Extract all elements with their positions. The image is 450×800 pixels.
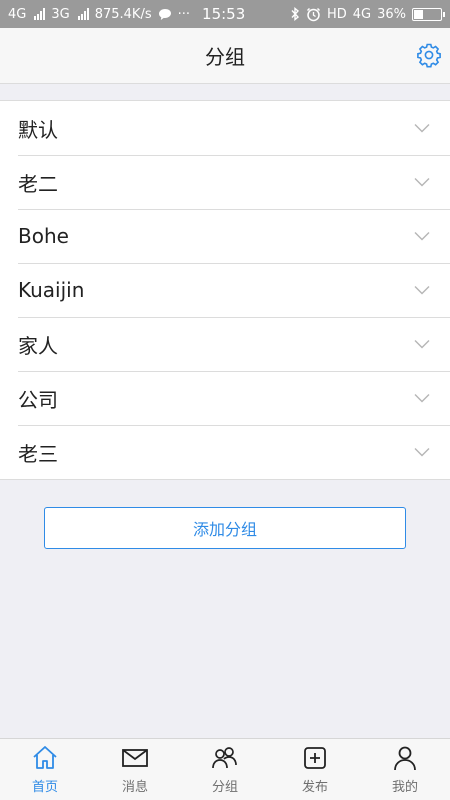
clock: 15:53 [202, 5, 246, 23]
add-box-icon [304, 747, 326, 769]
signal-icon [34, 8, 46, 20]
nav-item-home[interactable]: 首页 [0, 739, 90, 800]
chevron-down-icon [414, 232, 430, 241]
nav-label: 发布 [301, 780, 328, 795]
group-label: Bohe [18, 224, 69, 248]
add-group-button[interactable]: 添加分组 [44, 507, 406, 549]
nav-item-messages[interactable]: 消息 [90, 739, 180, 800]
group-item-family[interactable]: 家人 [0, 317, 450, 371]
battery-fill [414, 9, 424, 19]
mail-icon [122, 749, 148, 767]
group-label: 公司 [18, 387, 58, 412]
group-label: 默认 [18, 117, 58, 142]
nav-label: 消息 [121, 780, 148, 795]
nav-label: 我的 [391, 780, 418, 795]
alarm-icon [306, 7, 320, 21]
group-item-default[interactable]: 默认 [0, 101, 450, 155]
chevron-down-icon [414, 286, 430, 295]
home-icon [33, 746, 57, 769]
group-label: 老二 [18, 171, 58, 196]
gear-icon[interactable] [416, 42, 442, 68]
nav-item-me[interactable]: 我的 [360, 739, 450, 800]
status-right: HD 4G 36% [290, 6, 445, 22]
bottom-nav: 首页 消息 分组 发布 我的 [0, 738, 450, 800]
network-label-1: 4G [8, 6, 27, 22]
nav-item-publish[interactable]: 发布 [270, 739, 360, 800]
user-icon [394, 746, 416, 771]
add-group-container: 添加分组 [0, 480, 450, 549]
group-label: 老三 [18, 441, 58, 466]
group-item-laosan[interactable]: 老三 [0, 425, 450, 479]
page-title: 分组 [205, 45, 245, 69]
group-label: 家人 [18, 333, 58, 358]
group-item-company[interactable]: 公司 [0, 371, 450, 425]
chevron-down-icon [414, 124, 430, 133]
battery-icon [412, 7, 445, 21]
chevron-down-icon [414, 340, 430, 349]
chevron-down-icon [414, 394, 430, 403]
nav-label: 首页 [31, 780, 58, 795]
nav-item-groups[interactable]: 分组 [180, 739, 270, 800]
more-dots: ··· [177, 6, 191, 22]
bluetooth-icon [291, 7, 299, 21]
battery-percent: 36% [377, 6, 406, 22]
group-list: 默认 老二 Bohe Kuaijin 家人 公司 老三 [0, 100, 450, 480]
status-bar: 4G 3G 875.4K/s ··· 15:53 HD 4G 36% [0, 0, 450, 28]
header: 分组 [0, 28, 450, 84]
chevron-down-icon [414, 448, 430, 457]
hd-label: HD [326, 6, 347, 22]
group-item-laoer[interactable]: 老二 [0, 155, 450, 209]
group-item-kuaijin[interactable]: Kuaijin [0, 263, 450, 317]
nav-label: 分组 [211, 780, 238, 795]
network-label-2: 3G [51, 6, 70, 22]
group-item-bohe[interactable]: Bohe [0, 209, 450, 263]
group-icon [212, 747, 237, 769]
network-label-3: 4G [352, 6, 372, 22]
group-label: Kuaijin [18, 278, 85, 302]
signal-icon-2 [77, 8, 89, 20]
chevron-down-icon [414, 178, 430, 187]
network-speed: 875.4K/s [94, 6, 152, 22]
status-left: 4G 3G 875.4K/s ··· 15:53 [8, 5, 245, 23]
chat-bubble-icon [158, 8, 171, 20]
